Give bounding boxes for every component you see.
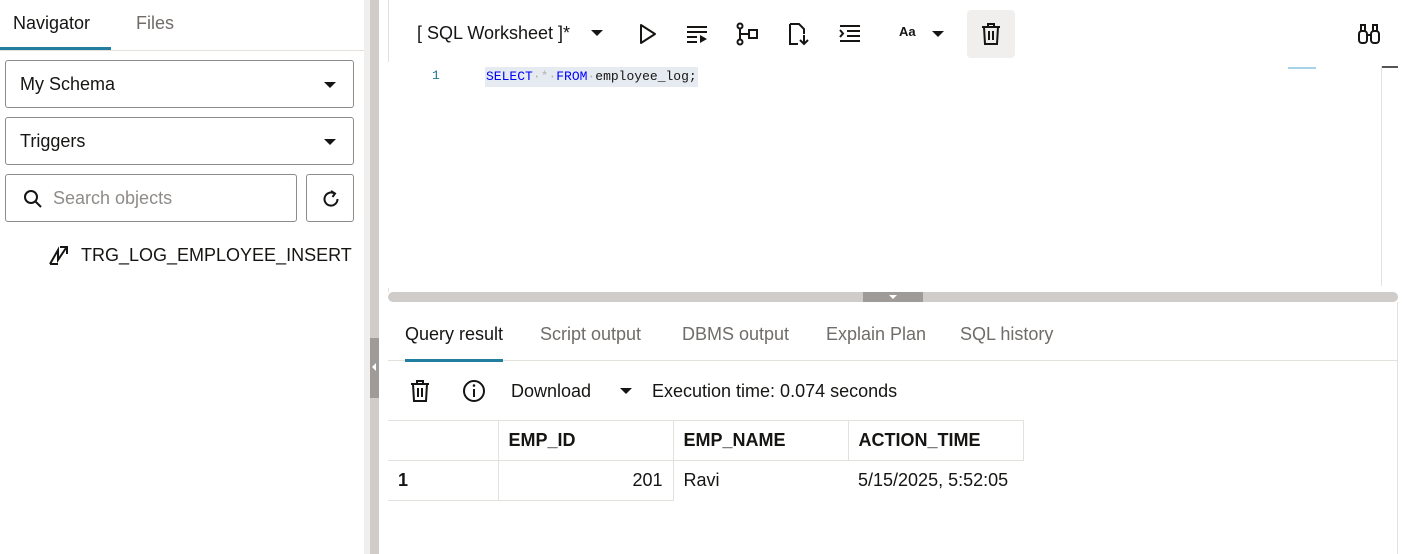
explain-plan-button[interactable] — [723, 10, 771, 58]
clear-button[interactable] — [967, 10, 1015, 58]
refresh-icon — [323, 190, 339, 207]
run-statement-icon — [640, 24, 656, 44]
column-header[interactable]: EMP_ID — [497, 420, 674, 461]
result-toolbar: Download Execution time: 0.074 seconds — [388, 362, 1398, 420]
splitter-bar — [370, 0, 379, 554]
panel-splitter[interactable] — [364, 0, 388, 554]
tree-item-label: TRG_LOG_EMPLOYEE_INSERT — [81, 245, 352, 265]
run-script-button[interactable] — [673, 10, 721, 58]
info-icon — [463, 380, 485, 402]
binoculars-icon — [1358, 24, 1380, 44]
autotrace-icon — [789, 23, 809, 46]
search-icon — [24, 190, 42, 208]
editor-scrollbar[interactable] — [1381, 66, 1398, 286]
line-number: 1 — [432, 68, 440, 83]
search-input[interactable] — [53, 183, 288, 213]
object-type-select[interactable]: Triggers — [5, 117, 354, 165]
trash-icon — [982, 23, 1000, 45]
result-tabs: Query result Script output DBMS output E… — [388, 309, 1398, 362]
navigator-panel: Navigator Files My Schema Triggers TRG_L… — [0, 0, 364, 554]
format-button[interactable] — [826, 10, 874, 58]
refresh-button[interactable] — [306, 174, 354, 222]
chevron-down-icon — [932, 31, 944, 37]
table-row[interactable]: 1 201 Ravi 5/15/2025, 5:52:05 — [388, 460, 1023, 501]
info-button[interactable] — [450, 367, 498, 415]
run-statement-button[interactable] — [623, 10, 671, 58]
font-size-icon: Aa — [899, 24, 916, 39]
table-cell[interactable]: 5/15/2025, 5:52:05 — [848, 461, 1023, 501]
explain-plan-icon — [736, 22, 758, 46]
code-token-identifier: employee_log; — [595, 69, 697, 84]
execution-time: Execution time: 0.074 seconds — [652, 381, 898, 401]
schema-select[interactable]: My Schema — [5, 60, 354, 108]
run-script-icon — [687, 26, 707, 43]
column-header[interactable]: ACTION_TIME — [847, 420, 1024, 461]
format-icon — [839, 25, 860, 42]
code-token-keyword: SELECT — [486, 69, 533, 84]
chevron-down-icon — [324, 82, 336, 88]
tab-sql-history[interactable]: SQL history — [960, 309, 1053, 361]
trash-icon — [411, 380, 429, 402]
find-button[interactable] — [1345, 10, 1393, 58]
minimap-highlight — [1288, 67, 1316, 69]
tab-navigator[interactable]: Navigator — [0, 0, 111, 50]
tab-files[interactable]: Files — [136, 0, 174, 50]
collapse-handle[interactable] — [370, 338, 379, 398]
object-type-select-value: Triggers — [20, 131, 86, 151]
editor-results-splitter[interactable] — [388, 292, 1398, 302]
code-line[interactable]: SELECT·*·FROM·employee_log; — [485, 67, 698, 87]
autotrace-button[interactable] — [774, 10, 822, 58]
chevron-down-icon — [620, 388, 632, 394]
table-header-row: EMP_ID EMP_NAME ACTION_TIME — [388, 420, 1024, 461]
column-header[interactable]: EMP_NAME — [672, 420, 849, 461]
row-number-header — [388, 420, 499, 461]
result-table: EMP_ID EMP_NAME ACTION_TIME 1 201 Ravi 5… — [388, 420, 1024, 501]
clear-results-button[interactable] — [396, 367, 444, 415]
search-field — [5, 174, 297, 222]
download-label: Download — [511, 381, 592, 401]
download-button[interactable]: Download — [511, 374, 632, 408]
sql-editor[interactable]: 1 SELECT·*·FROM·employee_log; — [388, 62, 1396, 288]
result-panel-border — [1397, 302, 1398, 554]
row-number: 1 — [388, 460, 499, 501]
schema-select-value: My Schema — [20, 74, 116, 94]
tab-query-result[interactable]: Query result — [405, 309, 504, 362]
tab-explain-plan[interactable]: Explain Plan — [826, 309, 926, 361]
chevron-down-icon[interactable] — [591, 30, 603, 36]
font-size-button[interactable]: Aa — [885, 10, 955, 58]
code-token-keyword: FROM — [556, 69, 588, 84]
worksheet-title[interactable]: [ SQL Worksheet ]* — [417, 20, 570, 46]
navigator-tabs: Navigator Files — [0, 0, 364, 51]
tab-dbms-output[interactable]: DBMS output — [682, 309, 789, 361]
table-cell[interactable]: Ravi — [673, 461, 848, 501]
table-cell[interactable]: 201 — [497, 460, 674, 501]
tab-script-output[interactable]: Script output — [540, 309, 641, 361]
chevron-down-icon — [324, 139, 336, 145]
trigger-icon — [49, 246, 68, 265]
collapse-handle[interactable] — [863, 292, 923, 302]
